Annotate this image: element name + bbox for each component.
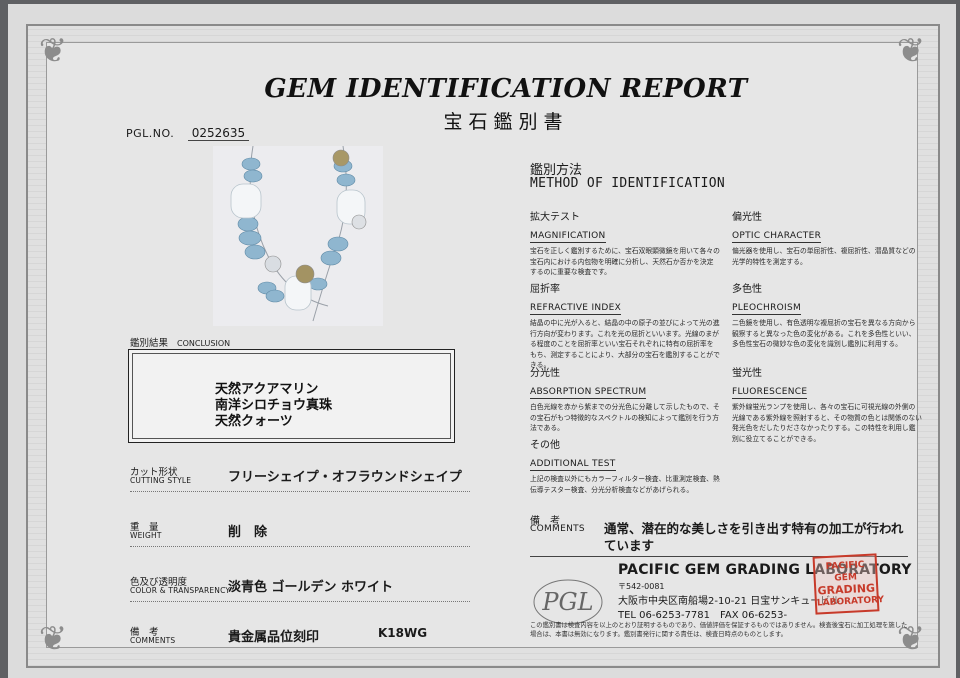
test-label-en: REFRACTIVE INDEX <box>530 303 622 315</box>
pgl-number: PGL.NO. 0252635 <box>126 126 250 141</box>
field-value: 削 除 <box>228 525 268 540</box>
lab-zip: 〒542-0081 <box>618 582 665 591</box>
method-title-en: METHOD OF IDENTIFICATION <box>530 176 726 191</box>
report-subtitle: 宝石鑑別書 <box>443 111 569 133</box>
test-description: 宝石を正しく鑑別するために、宝石双眼顕微鏡を用いて各々の宝石内における内包物を明… <box>530 247 720 276</box>
conclusion-label: 鑑別結果 CONCLUSION <box>130 335 230 349</box>
test-additional: その他 ADDITIONAL TEST 上記の検査以外にもカラーフィルター検査、… <box>530 436 720 495</box>
field-label-en: WEIGHT <box>130 531 162 540</box>
test-label-jp: 蛍光性 <box>732 368 762 379</box>
field-label-en: COMMENTS <box>130 636 176 645</box>
field-divider <box>130 601 470 602</box>
test-label-jp: 分光性 <box>530 368 560 379</box>
report-title: GEM IDENTIFICATION REPORT <box>264 74 748 104</box>
test-label-en: ABSORPTION SPECTRUM <box>530 387 647 399</box>
test-label-en: MAGNIFICATION <box>530 231 606 243</box>
remarks-label-en: COMMENTS <box>530 524 585 534</box>
test-label-en: PLEOCHROISM <box>732 303 802 315</box>
field-value-extra: K18WG <box>378 626 428 640</box>
test-label-jp: 拡大テスト <box>530 212 580 223</box>
test-label-en: FLUORESCENCE <box>732 387 808 399</box>
conclusion-label-en: CONCLUSION <box>177 339 231 348</box>
corner-ornament-icon: ❦ <box>38 31 68 71</box>
test-description: 紫外線蛍光ランプを使用し、各々の宝石に可視光線の外側の光線である紫外線を照射する… <box>732 403 922 443</box>
field-divider <box>130 491 470 492</box>
conclusion-box: 天然アクアマリン 南洋シロチョウ真珠 天然クォーツ <box>128 349 455 443</box>
lab-seal-stamp: PACIFIC GEM GRADING LABORATORY <box>812 553 885 615</box>
test-description: 上記の検査以外にもカラーフィルター検査、比重測定検査、熱伝導テスター検査、分光分… <box>530 475 720 494</box>
pgl-number-value: 0252635 <box>187 126 250 141</box>
pgl-logo-text: PGL <box>541 588 593 616</box>
certificate-page: ❦ ❦ ❦ ❦ GEM IDENTIFICATION REPORT 宝石鑑別書 … <box>8 4 956 678</box>
test-fluorescence: 蛍光性 FLUORESCENCE 紫外線蛍光ランプを使用し、各々の宝石に可視光線… <box>732 364 922 444</box>
pgl-logo: PGL <box>532 572 604 628</box>
field-label-en: COLOR & TRANSPARENCY <box>130 586 231 595</box>
pgl-number-label: PGL.NO. <box>126 127 175 140</box>
field-weight: 重 量 WEIGHT 削 除 <box>130 519 470 547</box>
field-value: 貴金属品位刻印 <box>228 630 320 645</box>
field-value: 淡青色 ゴールデン ホワイト <box>228 580 394 595</box>
test-label-en: OPTIC CHARACTER <box>732 231 822 243</box>
remarks-text: 通常、潜在的な美しさを引き出す特有の加工が行われています <box>604 521 904 553</box>
test-description: 結晶の中に光が入ると、結晶の中の原子の並びによって光の進行方向が変わります。これ… <box>530 319 720 369</box>
test-description: 偏光器を使用し、宝石の単屈折性、複屈折性、潜晶質などの光学的特性を測定する。 <box>732 247 916 266</box>
test-magnification: 拡大テスト MAGNIFICATION 宝石を正しく鑑別するために、宝石双眼顕微… <box>530 208 720 278</box>
field-label-en: CUTTING STYLE <box>130 476 192 485</box>
field-cutting-style: カット形状 CUTTING STYLE フリーシェイプ・オフラウンドシェイプ <box>130 464 470 492</box>
conclusion-label-jp: 鑑別結果 <box>130 338 169 349</box>
gem-photo <box>213 146 383 326</box>
test-pleochroism: 多色性 PLEOCHROISM 二色鏡を使用し、有色透明な複屈折の宝石を異なる方… <box>732 280 922 350</box>
test-label-jp: 多色性 <box>732 284 762 295</box>
corner-ornament-icon: ❦ <box>896 31 926 71</box>
field-divider <box>130 546 470 547</box>
test-description: 二色鏡を使用し、有色透明な複屈折の宝石を異なる方向から観察すると異なった色の変化… <box>732 319 916 348</box>
field-color: 色及び透明度 COLOR & TRANSPARENCY 淡青色 ゴールデン ホワ… <box>130 574 470 602</box>
lab-phone: TEL 06-6253-7781 FAX 06-6253- <box>618 610 788 621</box>
lab-address: 大阪市中央区南船場2-10-21 日宝サンキュービル <box>618 596 841 607</box>
test-label-jp: 偏光性 <box>732 212 762 223</box>
test-optic-character: 偏光性 OPTIC CHARACTER 偏光器を使用し、宝石の単屈折性、複屈折性… <box>732 208 922 267</box>
test-absorption-spectrum: 分光性 ABSORPTION SPECTRUM 白色光線を赤から紫までの分光色に… <box>530 364 720 434</box>
test-description: 白色光線を赤から紫までの分光色に分離して示したもので、その宝石がもつ特徴的なスペ… <box>530 403 720 432</box>
field-value: フリーシェイプ・オフラウンドシェイプ <box>228 470 462 485</box>
corner-ornament-icon: ❦ <box>38 619 68 659</box>
conclusion-line: 天然クォーツ <box>215 414 293 429</box>
test-refractive-index: 屈折率 REFRACTIVE INDEX 結晶の中に光が入ると、結晶の中の原子の… <box>530 280 720 371</box>
disclaimer: この鑑別書は検査内容を以上のとおり証明するものであり、価値評価を保証するものでは… <box>530 622 908 638</box>
test-label-jp: その他 <box>530 440 560 451</box>
test-label-jp: 屈折率 <box>530 284 560 295</box>
field-comments: 備 考 COMMENTS 貴金属品位刻印 K18WG <box>130 624 470 652</box>
stamp-line: LABORATORY <box>816 595 885 609</box>
test-label-en: ADDITIONAL TEST <box>530 459 616 471</box>
